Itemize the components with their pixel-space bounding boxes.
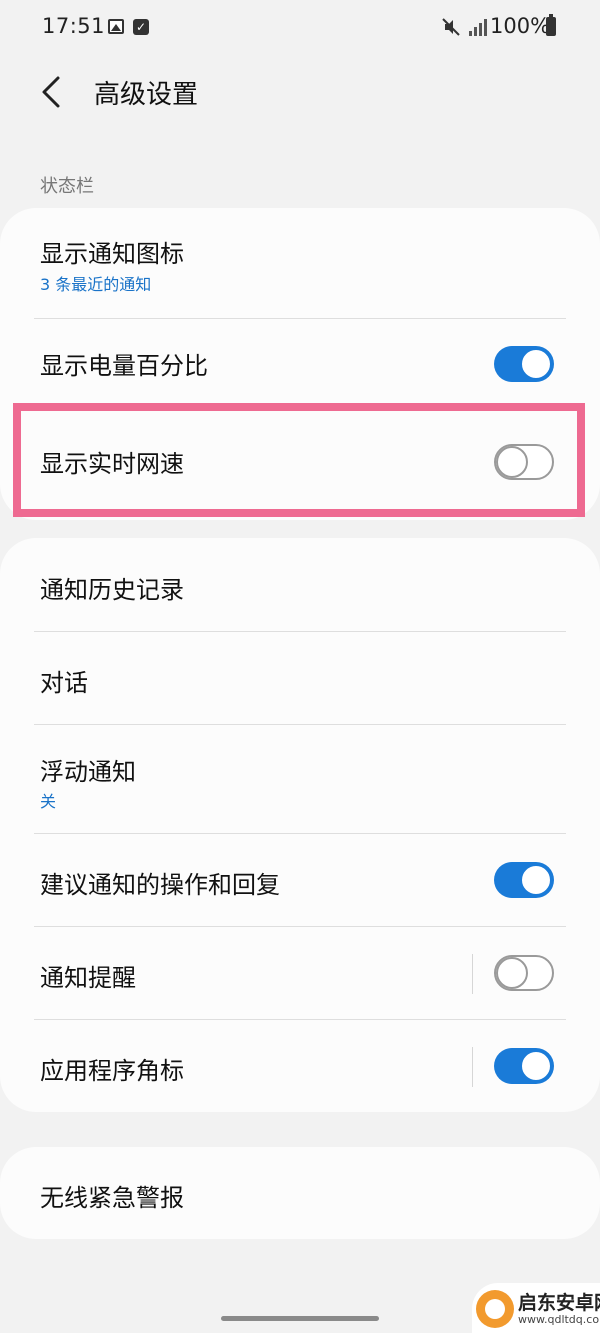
notification-reminders-toggle[interactable] (494, 955, 554, 991)
setting-row-conversations[interactable]: 对话 (0, 632, 600, 724)
battery-percent: 100% (490, 14, 551, 38)
setting-row-notification-reminders[interactable]: 通知提醒 (0, 927, 600, 1019)
vertical-divider (472, 1047, 473, 1087)
setting-subtitle: 关 (40, 792, 57, 811)
setting-row-app-icon-badges[interactable]: 应用程序角标 (0, 1020, 600, 1112)
setting-row-show-notification-icons[interactable]: 显示通知图标 3 条最近的通知 (0, 208, 600, 318)
setting-row-notification-history[interactable]: 通知历史记录 (0, 538, 600, 631)
setting-title: 建议通知的操作和回复 (40, 871, 280, 899)
vertical-divider (472, 954, 473, 994)
signal-icon (469, 19, 487, 36)
suggested-actions-toggle[interactable] (494, 862, 554, 898)
battery-percentage-toggle[interactable] (494, 346, 554, 382)
setting-subtitle: 3 条最近的通知 (40, 275, 152, 294)
navigation-handle[interactable] (221, 1316, 379, 1321)
page-title: 高级设置 (94, 80, 199, 110)
back-icon[interactable] (30, 70, 74, 114)
header: 高级设置 (0, 60, 600, 126)
setting-title: 无线紧急警报 (40, 1184, 184, 1212)
app-icon-badges-toggle[interactable] (494, 1048, 554, 1084)
setting-title: 显示电量百分比 (40, 352, 208, 380)
section-label-status-bar: 状态栏 (40, 176, 94, 197)
setting-title: 应用程序角标 (40, 1057, 184, 1085)
notification-settings-card: 通知历史记录 对话 浮动通知 关 建议通知的操作和回复 通知提醒 应用程序角标 (0, 538, 600, 1112)
watermark-logo-icon (476, 1290, 514, 1328)
highlight-box (13, 403, 585, 517)
setting-title: 显示通知图标 (40, 240, 184, 268)
watermark: 启东安卓网 www.qdltdq.com (472, 1283, 600, 1333)
setting-title: 浮动通知 (40, 758, 136, 786)
check-icon: ✓ (133, 19, 149, 35)
battery-icon (546, 14, 556, 36)
mute-icon (442, 18, 460, 36)
gallery-icon (108, 19, 124, 34)
setting-title: 对话 (40, 669, 88, 697)
setting-row-wireless-emergency-alerts[interactable]: 无线紧急警报 (0, 1147, 600, 1239)
watermark-title: 启东安卓网 (518, 1292, 600, 1314)
status-bar: 17:51 ✓ 100% (0, 0, 600, 56)
setting-row-suggested-actions[interactable]: 建议通知的操作和回复 (0, 834, 600, 926)
watermark-url: www.qdltdq.com (518, 1313, 600, 1326)
emergency-settings-card: 无线紧急警报 (0, 1147, 600, 1239)
setting-row-show-battery-percentage[interactable]: 显示电量百分比 (0, 319, 600, 411)
status-time: 17:51 (42, 14, 106, 38)
setting-title: 通知提醒 (40, 964, 136, 992)
setting-title: 通知历史记录 (40, 576, 184, 604)
setting-row-floating-notifications[interactable]: 浮动通知 关 (0, 725, 600, 833)
